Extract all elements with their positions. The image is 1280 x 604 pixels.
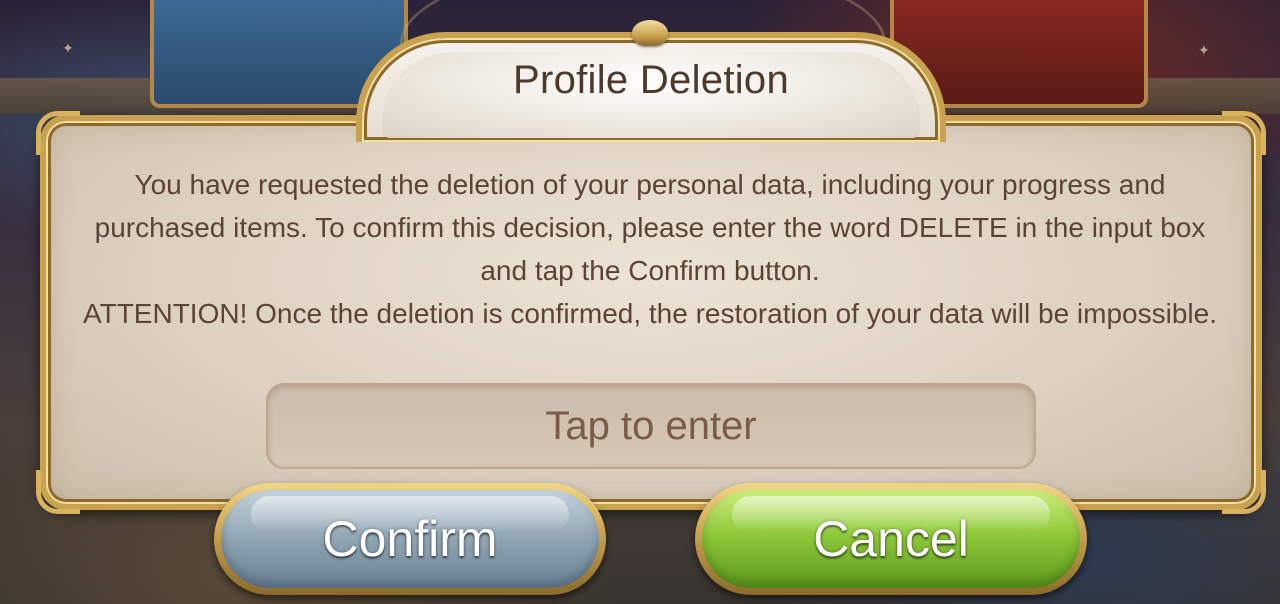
ornament-corner <box>1222 470 1266 514</box>
confirm-button-label: Confirm <box>221 490 599 588</box>
title-ornament-icon <box>632 20 668 46</box>
delete-confirmation-input[interactable]: Tap to enter <box>266 383 1036 469</box>
deletion-instructions-text: You have requested the deletion of your … <box>94 169 1206 286</box>
confirm-button[interactable]: Confirm <box>214 483 606 595</box>
game-screen: ✦ ✦ Profile Deletion You have requested … <box>0 0 1280 604</box>
cancel-button[interactable]: Cancel <box>695 483 1087 595</box>
sparkle-icon: ✦ <box>62 41 74 57</box>
cancel-button-label: Cancel <box>702 490 1080 588</box>
dialog-title: Profile Deletion <box>512 58 790 102</box>
ornament-corner <box>36 111 80 155</box>
dialog-message: You have requested the deletion of your … <box>70 163 1230 335</box>
sparkle-icon: ✦ <box>1198 43 1210 59</box>
ornament-corner <box>36 470 80 514</box>
deletion-warning-text: ATTENTION! Once the deletion is confirme… <box>83 298 1217 329</box>
ornament-corner <box>1222 111 1266 155</box>
